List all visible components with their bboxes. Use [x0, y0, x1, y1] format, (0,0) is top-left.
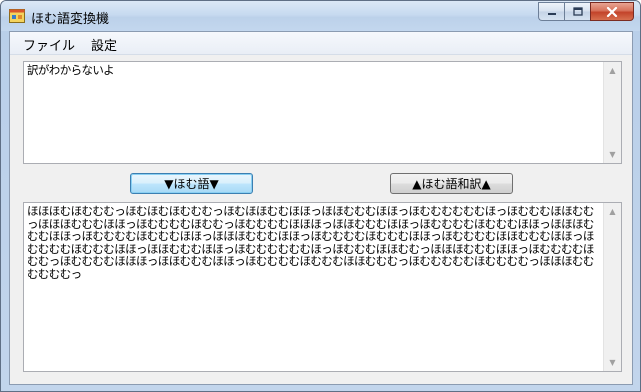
minimize-icon	[547, 12, 556, 15]
menu-bar: ファイル 設定	[10, 32, 632, 55]
menu-settings[interactable]: 設定	[91, 35, 117, 54]
output-scrollbar[interactable]: ▲ ▼	[603, 203, 621, 371]
close-button[interactable]	[590, 2, 634, 21]
output-text: ほほほむほむむむっほむほむほむむむっほむほほむむほほっほほむむむほほっほむむむむ…	[27, 204, 594, 281]
main-window: ほむ語変換機 ファイル 設定 訳がわからないよ ▲ ▼ ▼ほむ語▼ ▲ほむ語和訳…	[0, 0, 641, 392]
scroll-up-arrow-icon[interactable]: ▲	[604, 62, 621, 79]
menu-file[interactable]: ファイル	[23, 35, 75, 54]
encode-button[interactable]: ▼ほむ語▼	[130, 173, 253, 194]
maximize-button[interactable]	[564, 2, 590, 21]
scroll-down-arrow-icon[interactable]: ▼	[604, 146, 621, 163]
input-text: 訳がわからないよ	[27, 63, 115, 77]
scroll-up-arrow-icon[interactable]: ▲	[604, 203, 621, 220]
scroll-down-arrow-icon[interactable]: ▼	[604, 354, 621, 371]
decode-button[interactable]: ▲ほむ語和訳▲	[390, 173, 513, 194]
minimize-button[interactable]	[538, 2, 564, 21]
input-textbox[interactable]: 訳がわからないよ ▲ ▼	[23, 61, 622, 164]
caption-buttons	[538, 2, 634, 21]
client-area: ファイル 設定 訳がわからないよ ▲ ▼ ▼ほむ語▼ ▲ほむ語和訳▲ ほほほむほ…	[9, 31, 633, 385]
close-icon	[606, 6, 618, 17]
input-scrollbar[interactable]: ▲ ▼	[603, 62, 621, 163]
output-textbox[interactable]: ほほほむほむむむっほむほむほむむむっほむほほむむほほっほほむむむほほっほむむむむ…	[23, 202, 622, 372]
app-window-icon	[9, 9, 25, 23]
window-title: ほむ語変換機	[31, 12, 110, 27]
maximize-icon	[572, 7, 583, 16]
title-bar[interactable]: ほむ語変換機	[1, 1, 640, 31]
